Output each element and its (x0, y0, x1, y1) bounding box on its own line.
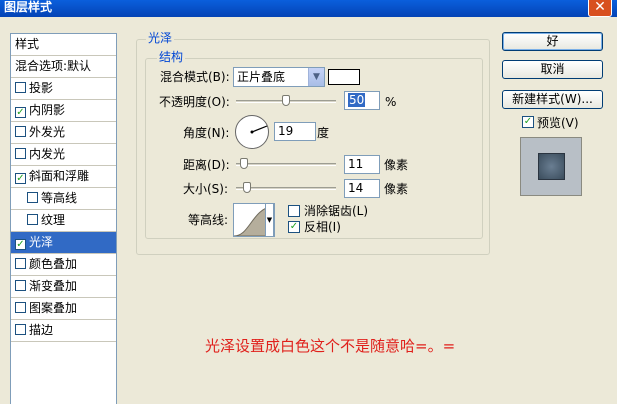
size-value: 14 (348, 181, 364, 195)
satin-section-title: 光泽 (146, 31, 175, 45)
anti-alias-checkbox[interactable] (288, 205, 300, 217)
style-list-item[interactable]: 外发光 (11, 122, 116, 144)
new-style-button[interactable]: 新建样式(W)... (502, 90, 603, 109)
style-list-item[interactable]: ✓ 内阴影 (11, 100, 116, 122)
dialog-body: 样式 混合选项:默认 投影 ✓ 内阴影 外发光 内发光 ✓ 斜面和浮雕 等高线 纹理 ✓ 光泽 颜色叠… (0, 17, 617, 404)
style-checkbox[interactable] (15, 82, 26, 93)
style-checkbox[interactable] (15, 324, 26, 335)
angle-dial-needle (250, 125, 268, 134)
size-label: 大小(S): (183, 182, 229, 196)
preview-checkbox[interactable]: ✓ (522, 116, 534, 128)
contour-label: 等高线: (188, 213, 229, 227)
style-preview-thumbnail (538, 153, 565, 180)
opacity-value: 50 (348, 93, 366, 107)
style-list-item-label: 颜色叠加 (29, 257, 78, 271)
blend-mode-value: 正片叠底 (237, 70, 286, 84)
distance-value: 11 (348, 157, 364, 171)
style-checkbox[interactable] (15, 280, 26, 291)
style-checkbox[interactable] (15, 148, 26, 159)
distance-label: 距离(D): (183, 158, 230, 172)
style-list-item-label: 内阴影 (29, 103, 66, 117)
blend-mode-select[interactable]: 正片叠底 ▼ (233, 67, 325, 87)
style-list-item[interactable]: 颜色叠加 (11, 254, 116, 276)
style-list-item[interactable]: 内发光 (11, 144, 116, 166)
annotation-text: 光泽设置成白色这个不是随意哈=。= (205, 337, 456, 355)
angle-value: 19 (278, 124, 294, 138)
invert-label: 反相(I) (304, 220, 341, 234)
style-list-item[interactable]: 纹理 (11, 210, 116, 232)
style-list-item-label: 外发光 (29, 125, 66, 139)
cancel-button[interactable]: 取消 (502, 60, 603, 79)
style-list-item-label: 描边 (29, 323, 54, 337)
style-list-item[interactable]: 渐变叠加 (11, 276, 116, 298)
style-list-item-label: 投影 (29, 81, 54, 95)
angle-dial[interactable] (235, 115, 269, 149)
style-list-item-label: 等高线 (41, 191, 78, 205)
style-checkbox[interactable] (15, 258, 26, 269)
style-checkbox[interactable]: ✓ (15, 107, 26, 118)
style-list-item-label: 图案叠加 (29, 301, 78, 315)
chevron-down-icon: ▼ (308, 68, 324, 86)
size-unit: 像素 (384, 182, 409, 196)
style-list-item[interactable]: 图案叠加 (11, 298, 116, 320)
opacity-input[interactable]: 50 (344, 91, 380, 110)
size-slider-track[interactable] (236, 187, 336, 190)
angle-unit: 度 (317, 126, 330, 140)
style-list-item-label: 斜面和浮雕 (29, 169, 90, 183)
distance-slider-track[interactable] (236, 163, 336, 166)
distance-input[interactable]: 11 (344, 155, 380, 174)
style-list-item[interactable]: 投影 (11, 78, 116, 100)
style-list-item-label: 内发光 (29, 147, 66, 161)
angle-label: 角度(N): (183, 126, 230, 140)
window-title: 图层样式 (4, 0, 53, 14)
style-list-item-label: 光泽 (29, 235, 54, 249)
style-list-item[interactable]: ✓ 斜面和浮雕 (11, 166, 116, 188)
style-list-item-label: 渐变叠加 (29, 279, 78, 293)
style-preview (520, 137, 582, 196)
satin-color-swatch[interactable] (328, 69, 360, 85)
style-list-item[interactable]: ✓ 光泽 (11, 232, 116, 254)
blend-options-default[interactable]: 混合选项:默认 (11, 56, 116, 78)
style-list: 样式 混合选项:默认 投影 ✓ 内阴影 外发光 内发光 ✓ 斜面和浮雕 等高线 纹理 ✓ 光泽 颜色叠… (10, 33, 117, 404)
invert-checkbox[interactable]: ✓ (288, 221, 300, 233)
opacity-slider-thumb[interactable] (282, 95, 290, 106)
ok-button[interactable]: 好 (502, 32, 603, 51)
distance-slider-thumb[interactable] (240, 158, 248, 169)
size-slider-thumb[interactable] (243, 182, 251, 193)
contour-dropdown-arrow[interactable]: ▼ (265, 203, 274, 237)
style-list-header[interactable]: 样式 (11, 34, 116, 56)
angle-input[interactable]: 19 (274, 122, 316, 141)
style-checkbox[interactable] (15, 126, 26, 137)
opacity-unit: % (385, 95, 397, 109)
style-checkbox[interactable]: ✓ (15, 239, 26, 250)
structure-title: 结构 (157, 50, 186, 64)
close-button[interactable]: ✕ (588, 0, 612, 17)
blend-mode-label: 混合模式(B): (160, 70, 230, 84)
style-checkbox[interactable] (15, 302, 26, 313)
opacity-label: 不透明度(O): (159, 95, 230, 109)
anti-alias-label: 消除锯齿(L) (304, 204, 369, 218)
preview-label: 预览(V) (537, 116, 579, 130)
style-checkbox[interactable] (27, 192, 38, 203)
style-list-item-label: 纹理 (41, 213, 66, 227)
style-list-item[interactable]: 描边 (11, 320, 116, 342)
style-checkbox[interactable]: ✓ (15, 173, 26, 184)
style-checkbox[interactable] (27, 214, 38, 225)
size-input[interactable]: 14 (344, 179, 380, 198)
style-list-item[interactable]: 等高线 (11, 188, 116, 210)
distance-unit: 像素 (384, 158, 409, 172)
title-bar: 图层样式 ✕ (0, 0, 617, 17)
